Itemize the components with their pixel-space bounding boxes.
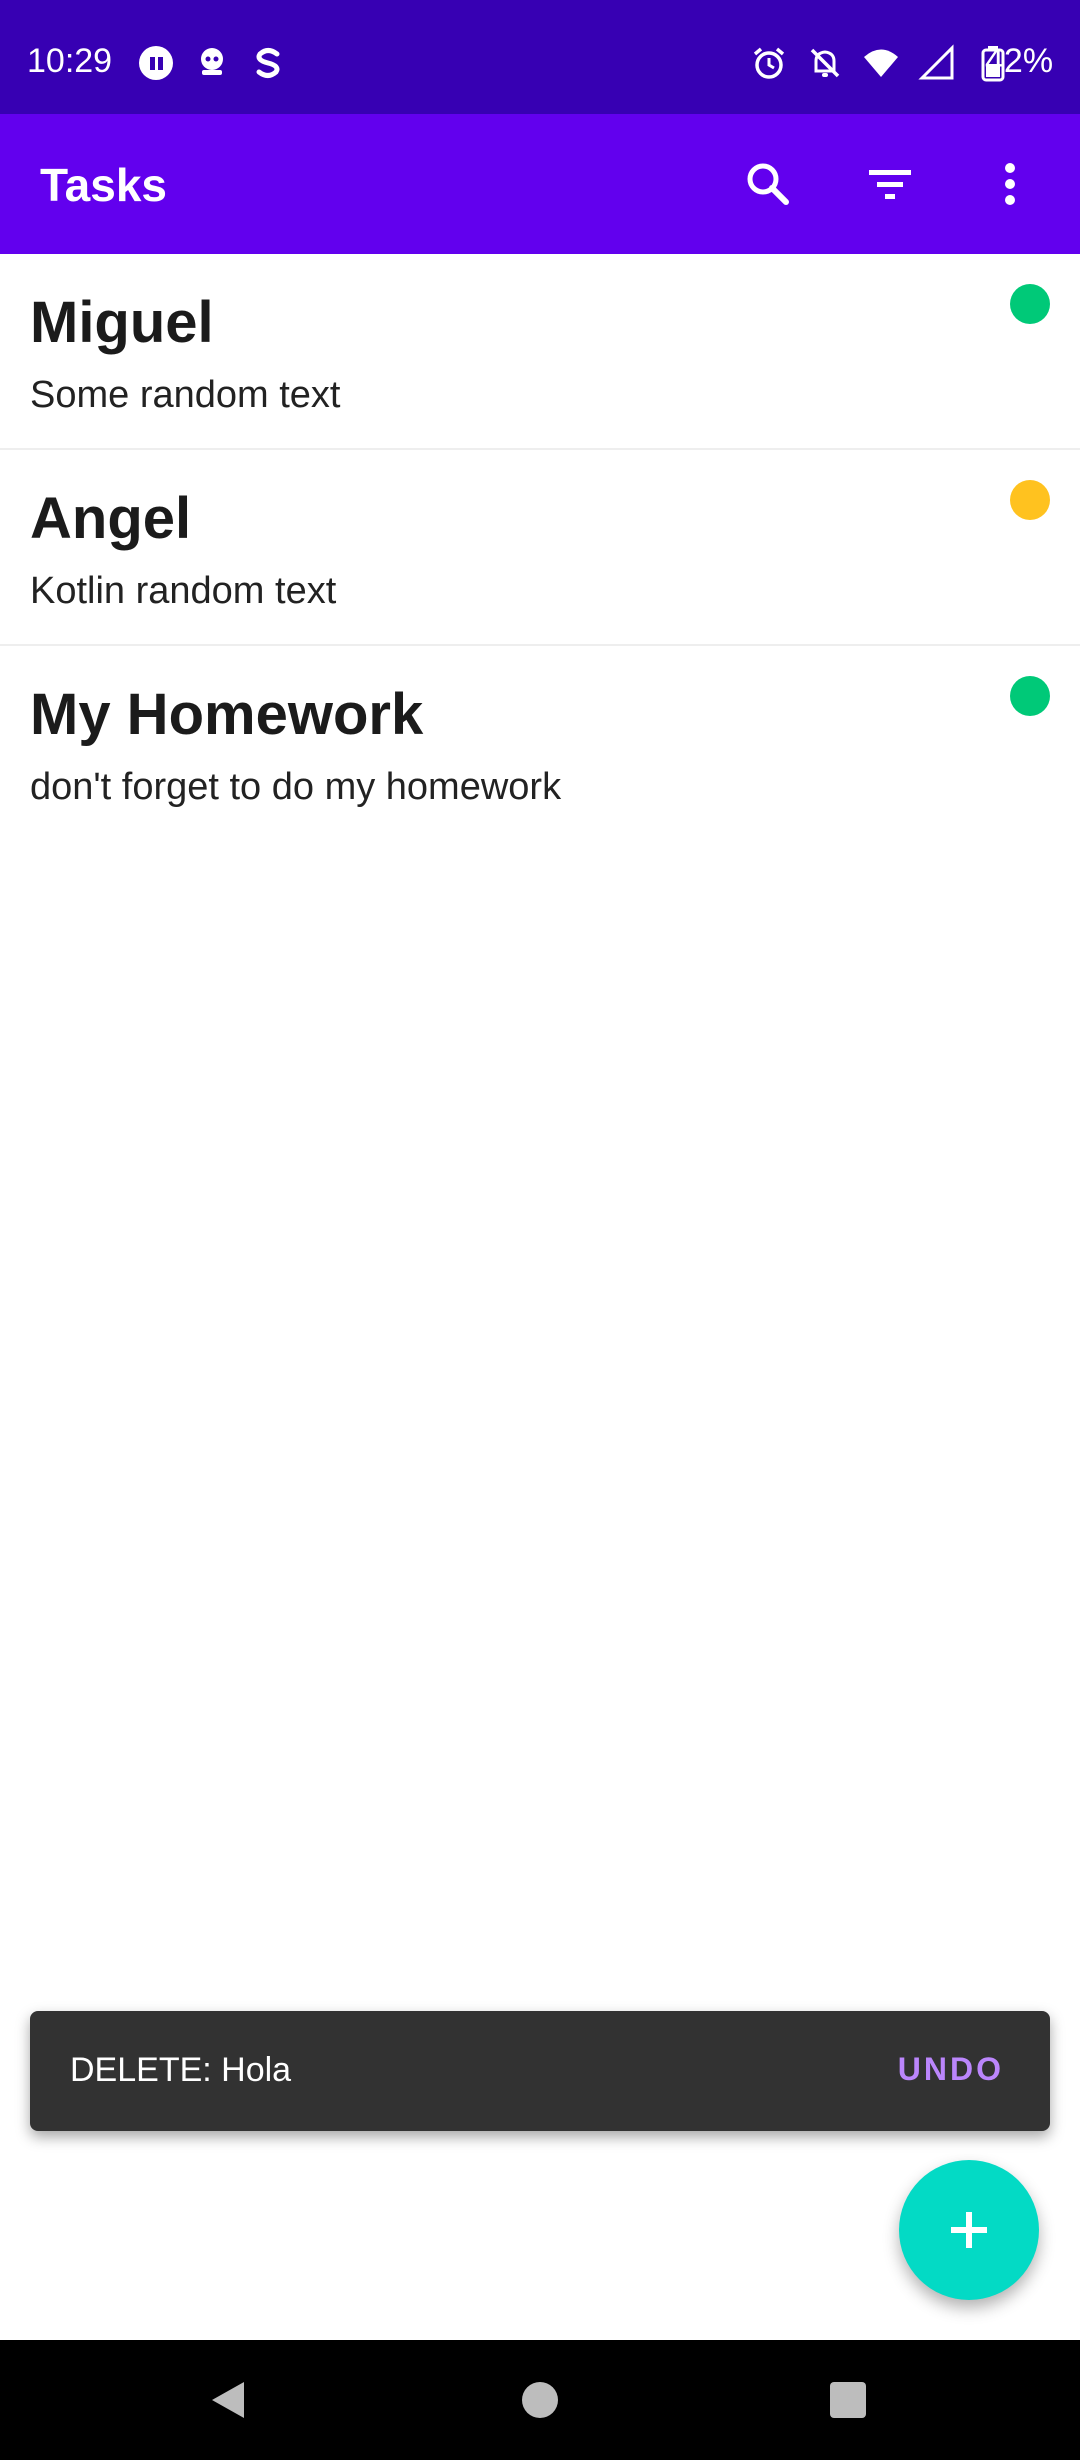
add-icon [951, 2212, 987, 2248]
more-vert-icon [1005, 163, 1015, 205]
task-title: My Homework [30, 682, 424, 747]
page-title: Tasks [40, 159, 168, 211]
task-title: Miguel [30, 290, 214, 355]
filter-icon [869, 170, 911, 199]
notifications-off-icon [806, 44, 844, 82]
status-bar: 10:29 42% [0, 0, 1080, 114]
s-app-icon [249, 44, 287, 82]
task-description: Some random text [30, 374, 341, 416]
status-left-icons [137, 44, 287, 82]
undo-button[interactable]: UNDO [898, 2053, 1004, 2085]
cell-signal-icon [918, 44, 956, 82]
recents-button[interactable] [818, 2370, 878, 2430]
task-description: Kotlin random text [30, 570, 337, 612]
task-item[interactable]: Angel Kotlin random text [0, 450, 1080, 646]
overflow-menu-button[interactable] [980, 154, 1040, 214]
alarm-icon [750, 44, 788, 82]
app-bar: Tasks [0, 114, 1080, 254]
snackbar: DELETE: Hola UNDO [30, 2011, 1050, 2131]
add-task-button[interactable] [899, 2160, 1039, 2300]
notification-app-icon [193, 44, 231, 82]
battery-percent: 42% [985, 42, 1054, 80]
status-right-icons [750, 44, 1012, 82]
recents-icon [830, 2382, 866, 2418]
vpn-key-icon [137, 44, 175, 82]
task-description: don't forget to do my homework [30, 766, 562, 808]
back-button[interactable] [198, 2370, 258, 2430]
priority-indicator [1010, 480, 1050, 520]
wifi-icon [862, 44, 900, 82]
task-title: Angel [30, 486, 192, 551]
back-icon [212, 2382, 244, 2418]
navigation-bar [0, 2340, 1080, 2460]
task-item[interactable]: Miguel Some random text [0, 254, 1080, 450]
snackbar-message: DELETE: Hola [70, 2051, 292, 2089]
task-list: Miguel Some random text Angel Kotlin ran… [0, 254, 1080, 840]
priority-indicator [1010, 284, 1050, 324]
status-time: 10:29 [27, 42, 113, 80]
home-button[interactable] [510, 2370, 570, 2430]
priority-indicator [1010, 676, 1050, 716]
home-icon [522, 2382, 558, 2418]
filter-button[interactable] [860, 154, 920, 214]
task-item[interactable]: My Homework don't forget to do my homewo… [0, 646, 1080, 840]
search-button[interactable] [738, 154, 798, 214]
search-icon [747, 163, 789, 205]
